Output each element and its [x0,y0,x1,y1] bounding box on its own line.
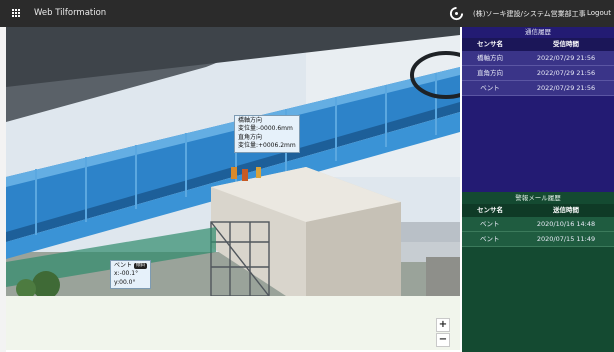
bent-tilt-x: x:-00.1° [114,270,139,278]
bent-label: ベント [114,262,133,269]
table-row[interactable]: 直角方向 2022/07/29 21:56 [462,66,614,81]
callout-perpendicular-value: 変位量:+0006.2mm [238,142,296,150]
communication-history-title: 通信履歴 [525,28,551,36]
alert-mail-history-panel: 警報メール履歴 センサ名 送信時間 ベント 2020/10/16 14:48 ベ… [462,192,614,352]
communication-history-panel: 通信履歴 センサ名 受信時間 橋軸方向 2022/07/29 21:56 直角方… [462,27,614,192]
top-bar: Web Tilformation (株)ソーキ建設/システム営業部工事 Logo… [0,0,614,27]
site-photo-view[interactable]: 橋軸方向 変位量:-0000.6mm 直角方向 変位量:+0006.2mm ベン… [6,27,460,296]
bridge-photo [6,27,460,296]
girder-displacement-callout[interactable]: 橋軸方向 変位量:-0000.6mm 直角方向 変位量:+0006.2mm [234,115,300,153]
logout-button[interactable]: Logout [587,9,611,17]
callout-axis-value: 変位量:-0000.6mm [238,125,293,133]
bent-tilt-y: y:00.0° [114,278,136,286]
zoom-out-button[interactable]: − [436,333,450,347]
map-lower-area [6,296,460,350]
sensor-column-header: センサ名 [477,40,503,48]
app-title: Web Tilformation [34,8,107,18]
alert-mail-history-header: センサ名 送信時間 [462,204,614,217]
sent-time-column-header: 送信時間 [553,206,579,214]
communication-history-header: センサ名 受信時間 [462,38,614,51]
zoom-in-button[interactable]: + [436,318,450,332]
sensor-column-header: センサ名 [477,206,503,214]
callout-perpendicular-label: 直角方向 [238,133,263,141]
company-name: (株)ソーキ建設/システム営業部工事 [473,10,586,18]
bent-tilt-callout[interactable]: ベント 傾斜 x:-00.1° y:00.0° [110,260,152,290]
table-row[interactable]: ベント 2020/10/16 14:48 [462,217,614,232]
tilt-tag: 傾斜 [134,263,148,269]
table-row[interactable]: ベント 2022/07/29 21:56 [462,81,614,96]
loading-spinner-icon [449,6,464,21]
alert-mail-history-title: 警報メール履歴 [515,194,561,202]
table-row[interactable]: 橋軸方向 2022/07/29 21:56 [462,51,614,66]
app-grid-icon[interactable] [12,9,21,18]
table-row[interactable]: ベント 2020/07/15 11:49 [462,232,614,247]
received-time-column-header: 受信時間 [553,40,579,48]
